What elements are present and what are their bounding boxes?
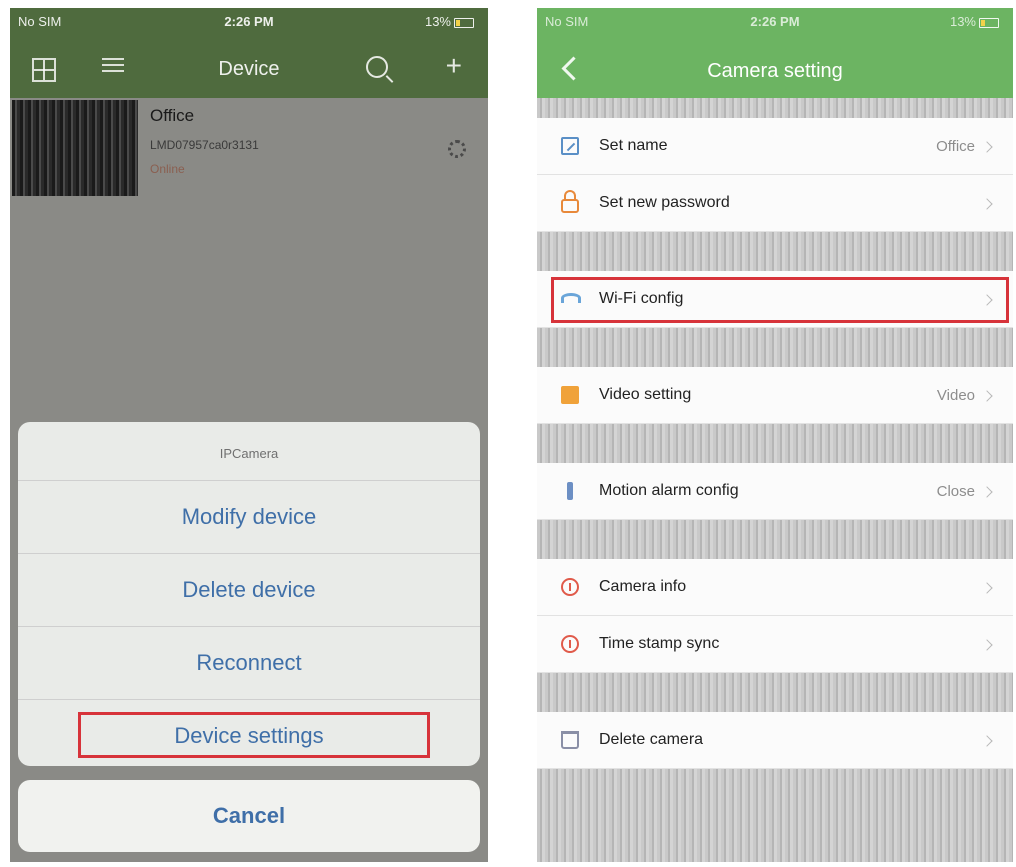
gear-icon[interactable]	[448, 140, 466, 158]
row-label: Set name	[599, 137, 668, 154]
chevron-right-icon	[981, 198, 993, 210]
info-icon	[561, 578, 579, 596]
device-list-item[interactable]: Office LMD07957ca0r3131 Online	[10, 98, 488, 198]
row-value: Close	[936, 483, 975, 500]
time-stamp-sync-row[interactable]: Time stamp sync	[537, 616, 1013, 673]
motion-icon	[567, 482, 573, 500]
chevron-right-icon	[981, 582, 993, 594]
section-divider	[537, 424, 1013, 463]
highlight-box	[551, 277, 1009, 323]
device-id: LMD07957ca0r3131	[150, 138, 259, 152]
row-label: Set new password	[599, 194, 730, 211]
time-label: 2:26 PM	[750, 14, 800, 29]
highlight-box	[78, 712, 430, 758]
device-name: Office	[150, 106, 195, 125]
battery-label: 13%	[424, 14, 451, 29]
battery-label: 13%	[949, 14, 976, 29]
battery-indicator: 13%	[950, 14, 999, 29]
camera-info-row[interactable]: Camera info	[537, 559, 1013, 616]
set-password-row[interactable]: Set new password	[537, 175, 1013, 232]
info-icon	[561, 635, 579, 653]
status-bar: No SIM 2:26 PM 13%	[10, 8, 488, 34]
action-sheet-title: IPCamera	[219, 446, 279, 461]
reconnect-button[interactable]: Reconnect	[18, 626, 480, 699]
row-value: Video	[936, 387, 975, 404]
chevron-right-icon	[981, 390, 993, 402]
add-device-icon[interactable]: +	[446, 52, 462, 80]
modify-device-button[interactable]: Modify device	[18, 480, 480, 553]
nav-bar: No SIM 2:26 PM 13% Device +	[10, 8, 488, 98]
delete-device-button[interactable]: Delete device	[18, 553, 480, 626]
battery-indicator: 13%	[425, 14, 474, 29]
chevron-right-icon	[981, 141, 993, 153]
section-divider	[537, 328, 1013, 367]
row-label: Video setting	[599, 386, 692, 403]
action-sheet: IPCamera Modify device Delete device Rec…	[18, 422, 480, 766]
section-divider	[537, 520, 1013, 559]
row-value: Office	[936, 138, 975, 155]
row-label: Camera info	[599, 578, 687, 595]
camera-setting-screen: No SIM 2:26 PM 13% Camera setting Set na…	[537, 8, 1013, 862]
cancel-button[interactable]: Cancel	[18, 780, 480, 852]
battery-icon	[979, 17, 999, 28]
set-name-row[interactable]: Set name Office	[537, 118, 1013, 175]
section-divider	[537, 98, 1013, 118]
video-setting-row[interactable]: Video setting Video	[537, 367, 1013, 424]
section-divider	[537, 232, 1013, 271]
device-list-screen: No SIM 2:26 PM 13% Device + Office LMD07…	[10, 8, 488, 862]
page-title: Device	[218, 58, 280, 80]
device-status: Online	[150, 162, 185, 176]
time-label: 2:26 PM	[224, 14, 274, 29]
edit-icon	[561, 137, 579, 155]
section-divider	[537, 673, 1013, 712]
row-label: Time stamp sync	[599, 635, 720, 652]
chevron-right-icon	[981, 735, 993, 747]
row-label: Delete camera	[599, 731, 704, 748]
camera-thumbnail[interactable]	[12, 100, 138, 196]
battery-icon	[454, 17, 474, 28]
motion-alarm-row[interactable]: Motion alarm config Close	[537, 463, 1013, 520]
delete-camera-row[interactable]: Delete camera	[537, 712, 1013, 769]
nav-bar: No SIM 2:26 PM 13% Camera setting	[537, 8, 1013, 98]
row-label: Motion alarm config	[599, 482, 739, 499]
trash-icon	[561, 731, 579, 749]
search-icon[interactable]	[366, 56, 388, 78]
chevron-right-icon	[981, 639, 993, 651]
section-divider	[537, 769, 1013, 862]
status-bar: No SIM 2:26 PM 13%	[537, 8, 1013, 34]
video-icon	[561, 386, 579, 404]
chevron-right-icon	[981, 486, 993, 498]
lock-icon	[561, 190, 579, 213]
page-title: Camera setting	[707, 60, 843, 82]
